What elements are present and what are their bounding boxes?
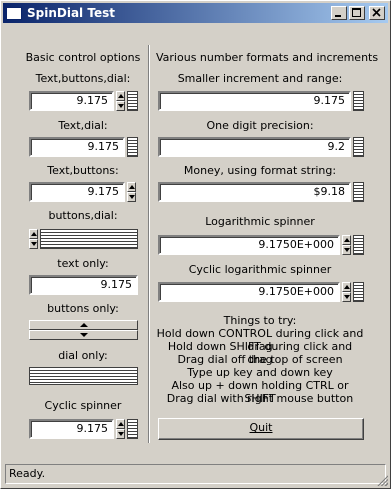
right-header: Various number formats and increments — [156, 51, 379, 64]
label-logarithmic: Logarithmic spinner — [205, 215, 315, 228]
spin-text-buttons-dial-buttons[interactable] — [116, 91, 125, 111]
spin-up-arrow-icon[interactable] — [116, 91, 125, 101]
status-bar: Ready. — [5, 464, 386, 484]
spin-up-arrow-icon[interactable] — [116, 419, 125, 429]
label-text-buttons: Text,buttons: — [47, 164, 119, 177]
close-icon — [372, 8, 381, 17]
label-dial-only: dial only: — [58, 349, 108, 362]
spin-down-arrow-icon[interactable] — [29, 239, 38, 249]
spin-cyclic-logarithmic-input[interactable]: 9.1750E+000 — [158, 282, 340, 302]
spin-cyclic-buttons[interactable] — [116, 419, 125, 439]
spin-text-buttons-dial-input[interactable]: 9.175 — [29, 91, 114, 111]
spin-one-digit-input[interactable]: 9.2 — [158, 137, 351, 157]
label-text-only: text only: — [57, 257, 109, 270]
spin-down-arrow-icon[interactable] — [116, 101, 125, 111]
minimize-button[interactable] — [331, 6, 347, 20]
spin-down-arrow-icon[interactable] — [127, 192, 136, 202]
hint-line: Things to try: — [223, 314, 297, 327]
window-title: SpinDial Test — [27, 6, 115, 20]
spin-dial-only[interactable] — [29, 367, 138, 385]
quit-button-label: Quit — [249, 421, 273, 434]
spin-cyclic-input[interactable]: 9.175 — [29, 419, 114, 439]
spin-up-arrow-icon[interactable] — [342, 235, 351, 245]
label-money: Money, using format string: — [183, 164, 337, 177]
label-smaller-increment: Smaller increment and range: — [177, 72, 343, 85]
title-bar[interactable]: SpinDial Test — [3, 3, 388, 23]
spin-up-arrow-icon[interactable] — [29, 229, 38, 239]
spin-up-arrow-icon[interactable] — [342, 282, 351, 292]
spin-up-arrow-icon[interactable] — [29, 320, 138, 330]
left-header: Basic control options — [25, 51, 141, 64]
app-icon[interactable] — [6, 6, 22, 20]
spin-text-only-input[interactable]: 9.175 — [29, 275, 138, 295]
column-divider — [148, 45, 150, 443]
spin-cyclic-dial[interactable] — [127, 419, 138, 439]
spin-down-arrow-icon[interactable] — [29, 330, 138, 340]
hint-line: Drag dial off the top of screen — [177, 353, 343, 366]
quit-button[interactable]: Quit — [158, 418, 364, 440]
resize-grip-icon[interactable] — [376, 474, 388, 486]
spin-text-buttons-input[interactable]: 9.175 — [29, 182, 125, 202]
spin-text-dial-input[interactable]: 9.175 — [29, 137, 125, 157]
label-text-buttons-dial: Text,buttons,dial: — [35, 72, 131, 85]
spin-buttons-only[interactable] — [29, 320, 138, 340]
spin-logarithmic-input[interactable]: 9.1750E+000 — [158, 235, 340, 255]
maximize-icon — [352, 8, 361, 17]
label-cyclic-spinner: Cyclic spinner — [44, 399, 122, 412]
spin-down-arrow-icon[interactable] — [342, 245, 351, 255]
label-buttons-dial: buttons,dial: — [48, 209, 118, 222]
hint-line: Drag dial with right mouse button — [166, 392, 354, 405]
hint-line: Type up key and down key — [187, 366, 333, 379]
app-window: SpinDial Test Basic control options Text… — [0, 0, 391, 489]
spin-logarithmic-buttons[interactable] — [342, 235, 351, 255]
label-one-digit: One digit precision: — [206, 119, 314, 132]
spin-down-arrow-icon[interactable] — [116, 429, 125, 439]
close-button[interactable] — [369, 6, 385, 20]
label-buttons-only: buttons only: — [47, 302, 119, 315]
spin-cyclic-logarithmic-dial[interactable] — [353, 282, 364, 302]
spin-money-input[interactable]: $9.18 — [158, 182, 351, 202]
spin-logarithmic-dial[interactable] — [353, 235, 364, 255]
spin-text-buttons-buttons[interactable] — [127, 182, 136, 202]
spin-down-arrow-icon[interactable] — [342, 292, 351, 302]
spin-one-digit-dial[interactable] — [353, 137, 364, 157]
maximize-button[interactable] — [349, 6, 365, 20]
status-text: Ready. — [9, 467, 46, 480]
minimize-icon — [335, 15, 341, 17]
spin-cyclic-logarithmic-buttons[interactable] — [342, 282, 351, 302]
spin-smaller-increment-dial[interactable] — [353, 91, 364, 111]
spin-buttons-dial-dial[interactable] — [40, 229, 138, 249]
label-cyclic-logarithmic: Cyclic logarithmic spinner — [188, 263, 332, 276]
spin-text-buttons-dial-dial[interactable] — [127, 91, 138, 111]
spin-buttons-dial-buttons[interactable] — [29, 229, 38, 249]
label-text-dial: Text,dial: — [58, 119, 108, 132]
spin-money-dial[interactable] — [353, 182, 364, 202]
spin-up-arrow-icon[interactable] — [127, 182, 136, 192]
spin-smaller-increment-input[interactable]: 9.175 — [158, 91, 351, 111]
spin-text-dial-dial[interactable] — [127, 137, 138, 157]
